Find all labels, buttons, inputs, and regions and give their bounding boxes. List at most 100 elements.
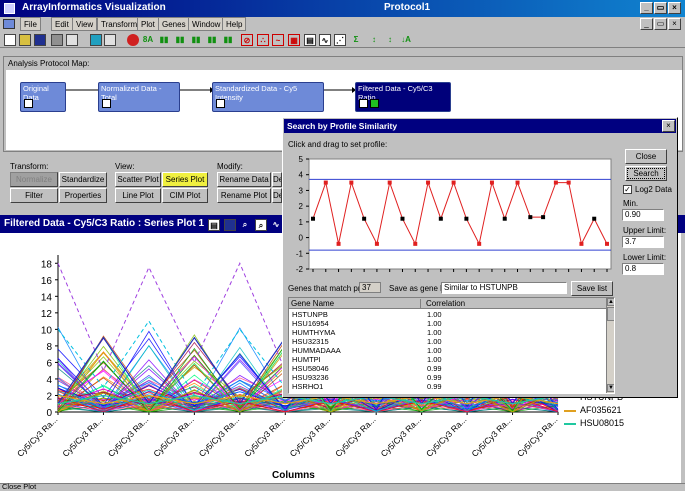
zoom-icon[interactable]: ⌕ [239,219,251,231]
y-tick-label: 12 [41,309,53,320]
profile-editor-chart[interactable]: 5 4 3 2 1 0 -1 -2 [285,155,613,275]
dialog-close-button[interactable]: Close [625,149,667,164]
legend-label: AF035621 [580,405,622,415]
log2-checkbox[interactable]: ✓ [623,185,632,194]
x-tick-label: Cy5/Cy3 Ra... [333,414,377,458]
plot-save-icon[interactable] [224,219,236,231]
normalize-button[interactable]: Normalize [10,172,58,187]
table-icon [216,99,225,108]
y-tick-label: 14 [41,292,53,303]
series-icon[interactable]: ∿ [270,219,282,231]
scatter-plot-button[interactable]: Scatter Plot [115,172,161,187]
header-gene-name[interactable]: Gene Name [291,299,421,308]
protocol-node-filtered[interactable]: Filtered Data - Cy5/C3 Ratio [355,82,451,112]
profile-point[interactable] [362,216,367,221]
profile-point[interactable] [605,241,609,246]
profile-point[interactable] [579,241,584,246]
save-as-input[interactable]: Similar to HSTUNPB [441,282,567,294]
upper-limit-input[interactable]: 3.7 [622,236,664,248]
correlation-cell: 1.00 [427,355,442,364]
series-plot-button[interactable]: Series Plot [162,172,208,187]
profile-point[interactable] [413,241,418,246]
profile-point[interactable] [502,216,507,221]
legend-swatch [564,410,576,412]
gene-name-cell: HSU58046 [292,364,329,373]
correlation-cell: 0.99 [427,373,442,382]
correlation-cell: 0.99 [427,382,442,391]
y-tick-label: 5 [299,155,304,164]
protocol-node-standardized[interactable]: Standardized Data - Cy5 Intensity [212,82,324,112]
table-icon [24,99,33,108]
gene-name-cell: HSU32315 [292,337,329,346]
table-row[interactable]: HUMTHYMA 1.00 [289,328,606,337]
x-axis-label: Columns [272,470,315,481]
delete-data-button[interactable]: De [272,172,282,187]
dialog-close-icon[interactable]: × [662,120,675,132]
dialog-search-button[interactable]: Search [625,166,667,181]
table-row[interactable]: HSU58046 0.99 [289,364,606,373]
gene-name-cell: HSU93236 [292,373,329,382]
profile-point[interactable] [464,216,469,221]
standardize-button[interactable]: Standardize [59,172,107,187]
profile-point[interactable] [400,216,405,221]
profile-point[interactable] [387,180,392,185]
y-tick-label: 18 [41,259,53,270]
profile-point[interactable] [451,180,456,185]
table-row[interactable]: HSU93236 0.99 [289,373,606,382]
profile-point[interactable] [553,180,558,185]
x-tick-label: Cy5/Cy3 Ra... [379,414,423,458]
profile-point[interactable] [323,180,328,185]
table-view-icon[interactable]: ▤ [208,219,220,231]
profile-point[interactable] [374,241,379,246]
profile-point[interactable] [426,180,431,185]
y-tick-label: 6 [46,358,52,369]
filter-button[interactable]: Filter [10,188,58,203]
line-plot-button[interactable]: Line Plot [115,188,161,203]
table-row[interactable]: HSU32315 1.00 [289,337,606,346]
cim-plot-button[interactable]: CIM Plot [162,188,208,203]
y-tick-label: 0 [299,234,304,243]
gene-name-cell: HUMTPI [292,355,321,364]
protocol-node-label: Standardized Data - Cy5 Intensity [215,84,298,102]
profile-point[interactable] [528,215,533,220]
scroll-down-arrow-icon[interactable]: ▼ [607,384,614,392]
plot-window-title: Filtered Data - Cy5/C3 Ratio : Series Pl… [4,218,205,229]
profile-point[interactable] [489,180,494,185]
save-list-button[interactable]: Save list [571,281,613,296]
rename-data-button[interactable]: Rename Data [217,172,271,187]
results-scrollbar[interactable]: ▲ ▼ [606,298,614,393]
correlation-cell: 1.00 [427,310,442,319]
profile-point[interactable] [541,215,546,220]
y-tick-label: 2 [299,202,304,211]
profile-point[interactable] [336,241,341,246]
rename-plot-button[interactable]: Rename Plot [217,188,271,203]
status-bar [0,483,685,491]
header-correlation[interactable]: Correlation [426,299,606,308]
profile-point[interactable] [311,216,315,221]
profile-point[interactable] [515,180,520,185]
protocol-node-normalized[interactable]: Normalized Data - Total [98,82,180,112]
results-table: Gene Name Correlation HSTUNPB 1.00 HSU1695… [288,297,615,394]
profile-point[interactable] [477,241,482,246]
table-row[interactable]: HSRHO1 0.99 [289,382,606,391]
profile-point[interactable] [349,180,354,185]
delete-plot-button[interactable]: De [272,188,282,203]
table-row[interactable]: HUMMADAAA 1.00 [289,346,606,355]
profile-point[interactable] [592,216,597,221]
zoom-region-icon[interactable]: ⌕ [255,219,267,231]
profile-point[interactable] [438,216,443,221]
gene-name-cell: HUMTHYMA [292,328,336,337]
table-row[interactable]: HSU16954 1.00 [289,319,606,328]
table-icon [359,99,368,108]
lower-limit-input[interactable]: 0.8 [622,263,664,275]
profile-point[interactable] [566,180,571,185]
properties-button[interactable]: Properties [59,188,107,203]
table-row[interactable]: HUMTPI 1.00 [289,355,606,364]
min-correlation-input[interactable]: 0.90 [622,209,664,221]
scroll-up-arrow-icon[interactable]: ▲ [607,298,614,306]
x-tick-label: Cy5/Cy3 Ra... [197,414,241,458]
protocol-node-original[interactable]: Original Data [20,82,66,112]
scroll-thumb[interactable] [607,307,614,321]
table-row[interactable]: HSTUNPB 1.00 [289,310,606,319]
transform-label: Transform: [10,162,49,171]
